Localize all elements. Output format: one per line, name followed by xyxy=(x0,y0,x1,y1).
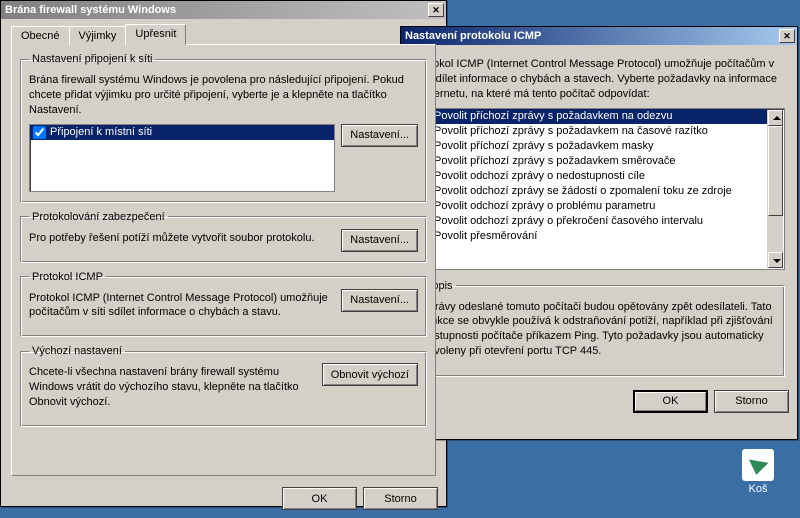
icmp-label-3: Povolit příchozí zprávy s požadavkem smě… xyxy=(434,155,676,167)
scroll-thumb[interactable] xyxy=(768,126,783,216)
icmp-dialog: Nastavení protokolu ICMP ✕ Protokol ICMP… xyxy=(400,26,798,440)
icmp-intro: Protokol ICMP (Internet Control Message … xyxy=(413,57,785,102)
network-connections-list[interactable]: Připojení k místní síti xyxy=(29,124,335,192)
list-item[interactable]: Povolit příchozí zprávy s požadavkem smě… xyxy=(414,154,767,169)
group-defaults: Výchozí nastavení Chcete-li všechna nast… xyxy=(20,345,427,427)
scrollbar[interactable] xyxy=(767,110,783,268)
trash-icon xyxy=(742,449,774,481)
list-item[interactable]: Povolit příchozí zprávy s požadavkem na … xyxy=(414,124,767,139)
restore-defaults-button[interactable]: Obnovit výchozí xyxy=(322,363,418,386)
icmp-label-6: Povolit odchozí zprávy o problému parame… xyxy=(434,200,655,212)
icmp-titlebar[interactable]: Nastavení protokolu ICMP ✕ xyxy=(401,27,797,45)
list-item[interactable]: Povolit odchozí zprávy o problému parame… xyxy=(414,199,767,214)
icmp-label-1: Povolit příchozí zprávy s požadavkem na … xyxy=(434,125,708,137)
group-network-legend: Nastavení připojení k síti xyxy=(29,53,155,65)
connection-label: Připojení k místní síti xyxy=(50,126,152,138)
group-icmp: Protokol ICMP Protokol ICMP (Internet Co… xyxy=(20,271,427,338)
icmp-ok-button[interactable]: OK xyxy=(633,390,708,413)
popis-text: Zprávy odeslané tomuto počítači budou op… xyxy=(422,300,776,360)
list-item[interactable]: Povolit odchozí zprávy o překročení časo… xyxy=(414,214,767,229)
icmp-cancel-button[interactable]: Storno xyxy=(714,390,789,413)
network-settings-button[interactable]: Nastavení... xyxy=(341,124,418,147)
logging-desc: Pro potřeby řešení potíží můžete vytvoři… xyxy=(29,231,335,246)
logging-settings-button[interactable]: Nastavení... xyxy=(341,229,418,252)
icmp-options-list[interactable]: Povolit příchozí zprávy s požadavkem na … xyxy=(413,108,785,270)
list-item[interactable]: Povolit přesměrování xyxy=(414,229,767,244)
scroll-down-icon[interactable] xyxy=(768,252,783,268)
icmp-label-0: Povolit příchozí zprávy s požadavkem na … xyxy=(434,110,672,122)
icmp-label-8: Povolit přesměrování xyxy=(434,230,537,242)
group-defaults-legend: Výchozí nastavení xyxy=(29,345,125,357)
defaults-desc: Chcete-li všechna nastavení brány firewa… xyxy=(29,365,316,410)
desktop-trash[interactable]: Koš xyxy=(734,449,782,495)
icmp-label-2: Povolit příchozí zprávy s požadavkem mas… xyxy=(434,140,653,152)
close-icon[interactable]: ✕ xyxy=(779,29,795,43)
icmp-settings-button[interactable]: Nastavení... xyxy=(341,289,418,312)
group-icmp-legend: Protokol ICMP xyxy=(29,271,106,283)
scroll-up-icon[interactable] xyxy=(768,110,783,126)
tab-advanced[interactable]: Upřesnit xyxy=(125,24,186,45)
list-item[interactable]: Připojení k místní síti xyxy=(30,125,334,140)
list-item[interactable]: Povolit odchozí zprávy o nedostupnosti c… xyxy=(414,169,767,184)
group-logging-legend: Protokolování zabezpečení xyxy=(29,211,168,223)
trash-label: Koš xyxy=(734,483,782,495)
group-logging: Protokolování zabezpečení Pro potřeby ře… xyxy=(20,211,427,263)
group-network: Nastavení připojení k síti Brána firewal… xyxy=(20,53,427,203)
network-desc: Brána firewall systému Windows je povole… xyxy=(29,73,418,118)
tab-exceptions[interactable]: Výjimky xyxy=(69,26,127,45)
firewall-window: Brána firewall systému Windows ✕ Obecné … xyxy=(0,0,447,507)
list-item[interactable]: Povolit odchozí zprávy se žádostí o zpom… xyxy=(414,184,767,199)
close-icon[interactable]: ✕ xyxy=(428,3,444,17)
icmp-label-4: Povolit odchozí zprávy o nedostupnosti c… xyxy=(434,170,645,182)
icmp-dialog-title: Nastavení protokolu ICMP xyxy=(403,30,779,42)
icmp-label-5: Povolit odchozí zprávy se žádostí o zpom… xyxy=(434,185,732,197)
tab-general[interactable]: Obecné xyxy=(11,26,70,45)
list-item[interactable]: Povolit příchozí zprávy s požadavkem mas… xyxy=(414,139,767,154)
tabs: Obecné Výjimky Upřesnit xyxy=(11,26,436,45)
list-item[interactable]: Povolit příchozí zprávy s požadavkem na … xyxy=(414,109,767,124)
icmp-label-7: Povolit odchozí zprávy o překročení časo… xyxy=(434,215,703,227)
firewall-title: Brána firewall systému Windows xyxy=(3,4,428,16)
icmp-desc: Protokol ICMP (Internet Control Message … xyxy=(29,291,335,321)
connection-checkbox[interactable] xyxy=(33,126,46,139)
firewall-titlebar[interactable]: Brána firewall systému Windows ✕ xyxy=(1,1,446,19)
group-popis: Popis Zprávy odeslané tomuto počítači bu… xyxy=(413,280,785,377)
